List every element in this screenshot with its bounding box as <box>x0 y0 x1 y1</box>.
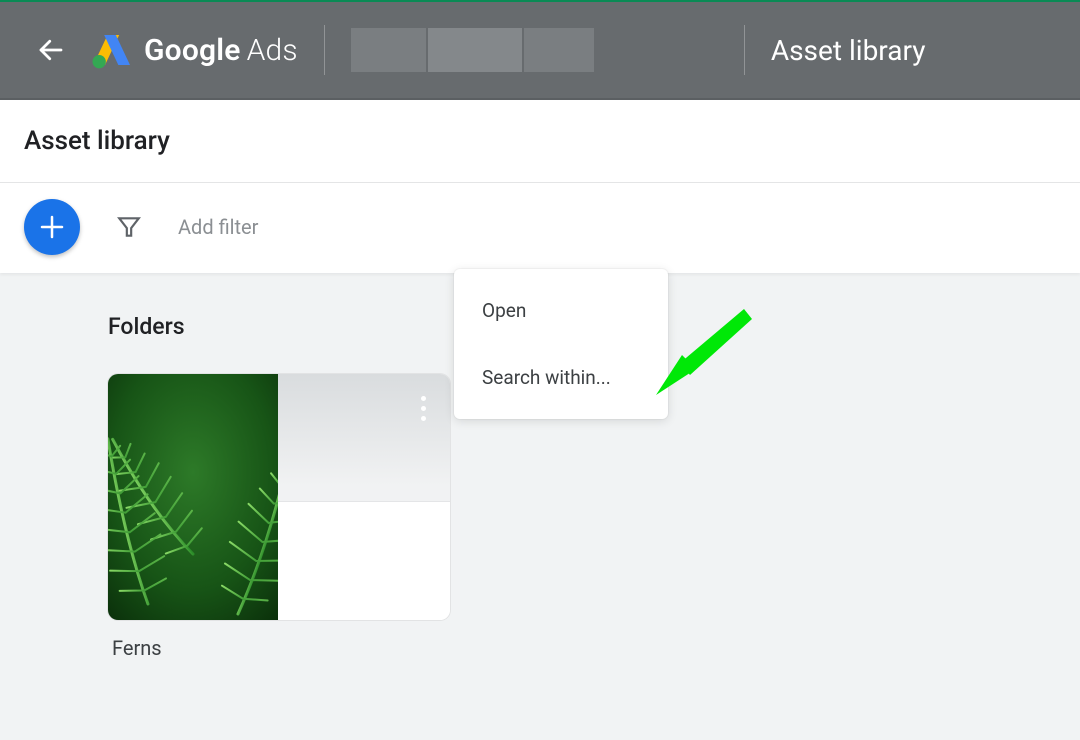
toolbar: Add filter <box>0 183 1080 273</box>
page-title: Asset library <box>24 126 1056 156</box>
add-button[interactable] <box>24 199 80 255</box>
app-header: Google Ads Asset library <box>0 0 1080 100</box>
menu-item-search-within[interactable]: Search within... <box>454 344 668 411</box>
folder-name: Ferns <box>108 620 1050 664</box>
folder-thumbnail-side <box>278 374 450 620</box>
brand-text: Google Ads <box>144 33 298 68</box>
folder-card[interactable] <box>108 374 450 620</box>
context-menu: Open Search within... <box>454 269 668 419</box>
account-selector[interactable] <box>351 28 594 72</box>
back-button[interactable] <box>36 35 66 65</box>
page-subheader: Asset library <box>0 100 1080 183</box>
header-page-title: Asset library <box>771 34 926 67</box>
more-vertical-icon <box>421 396 426 401</box>
brand-block: Google Ads <box>90 30 298 70</box>
content-area: Folders <box>0 273 1080 694</box>
filter-icon <box>116 214 142 240</box>
folder-thumbnail-main <box>108 374 278 620</box>
brand-name-bold: Google <box>144 33 241 68</box>
arrow-back-icon <box>36 35 66 65</box>
google-ads-logo-icon <box>90 30 130 70</box>
folder-more-button[interactable] <box>421 396 426 421</box>
header-divider <box>744 25 745 75</box>
brand-name-light: Ads <box>247 33 298 68</box>
fern-image-icon <box>108 374 278 620</box>
plus-icon <box>37 212 67 242</box>
filter-input[interactable]: Add filter <box>178 215 258 239</box>
folder-thumbnails <box>108 374 450 620</box>
header-divider <box>324 25 325 75</box>
filter-button[interactable] <box>116 214 142 240</box>
menu-item-open[interactable]: Open <box>454 277 668 344</box>
